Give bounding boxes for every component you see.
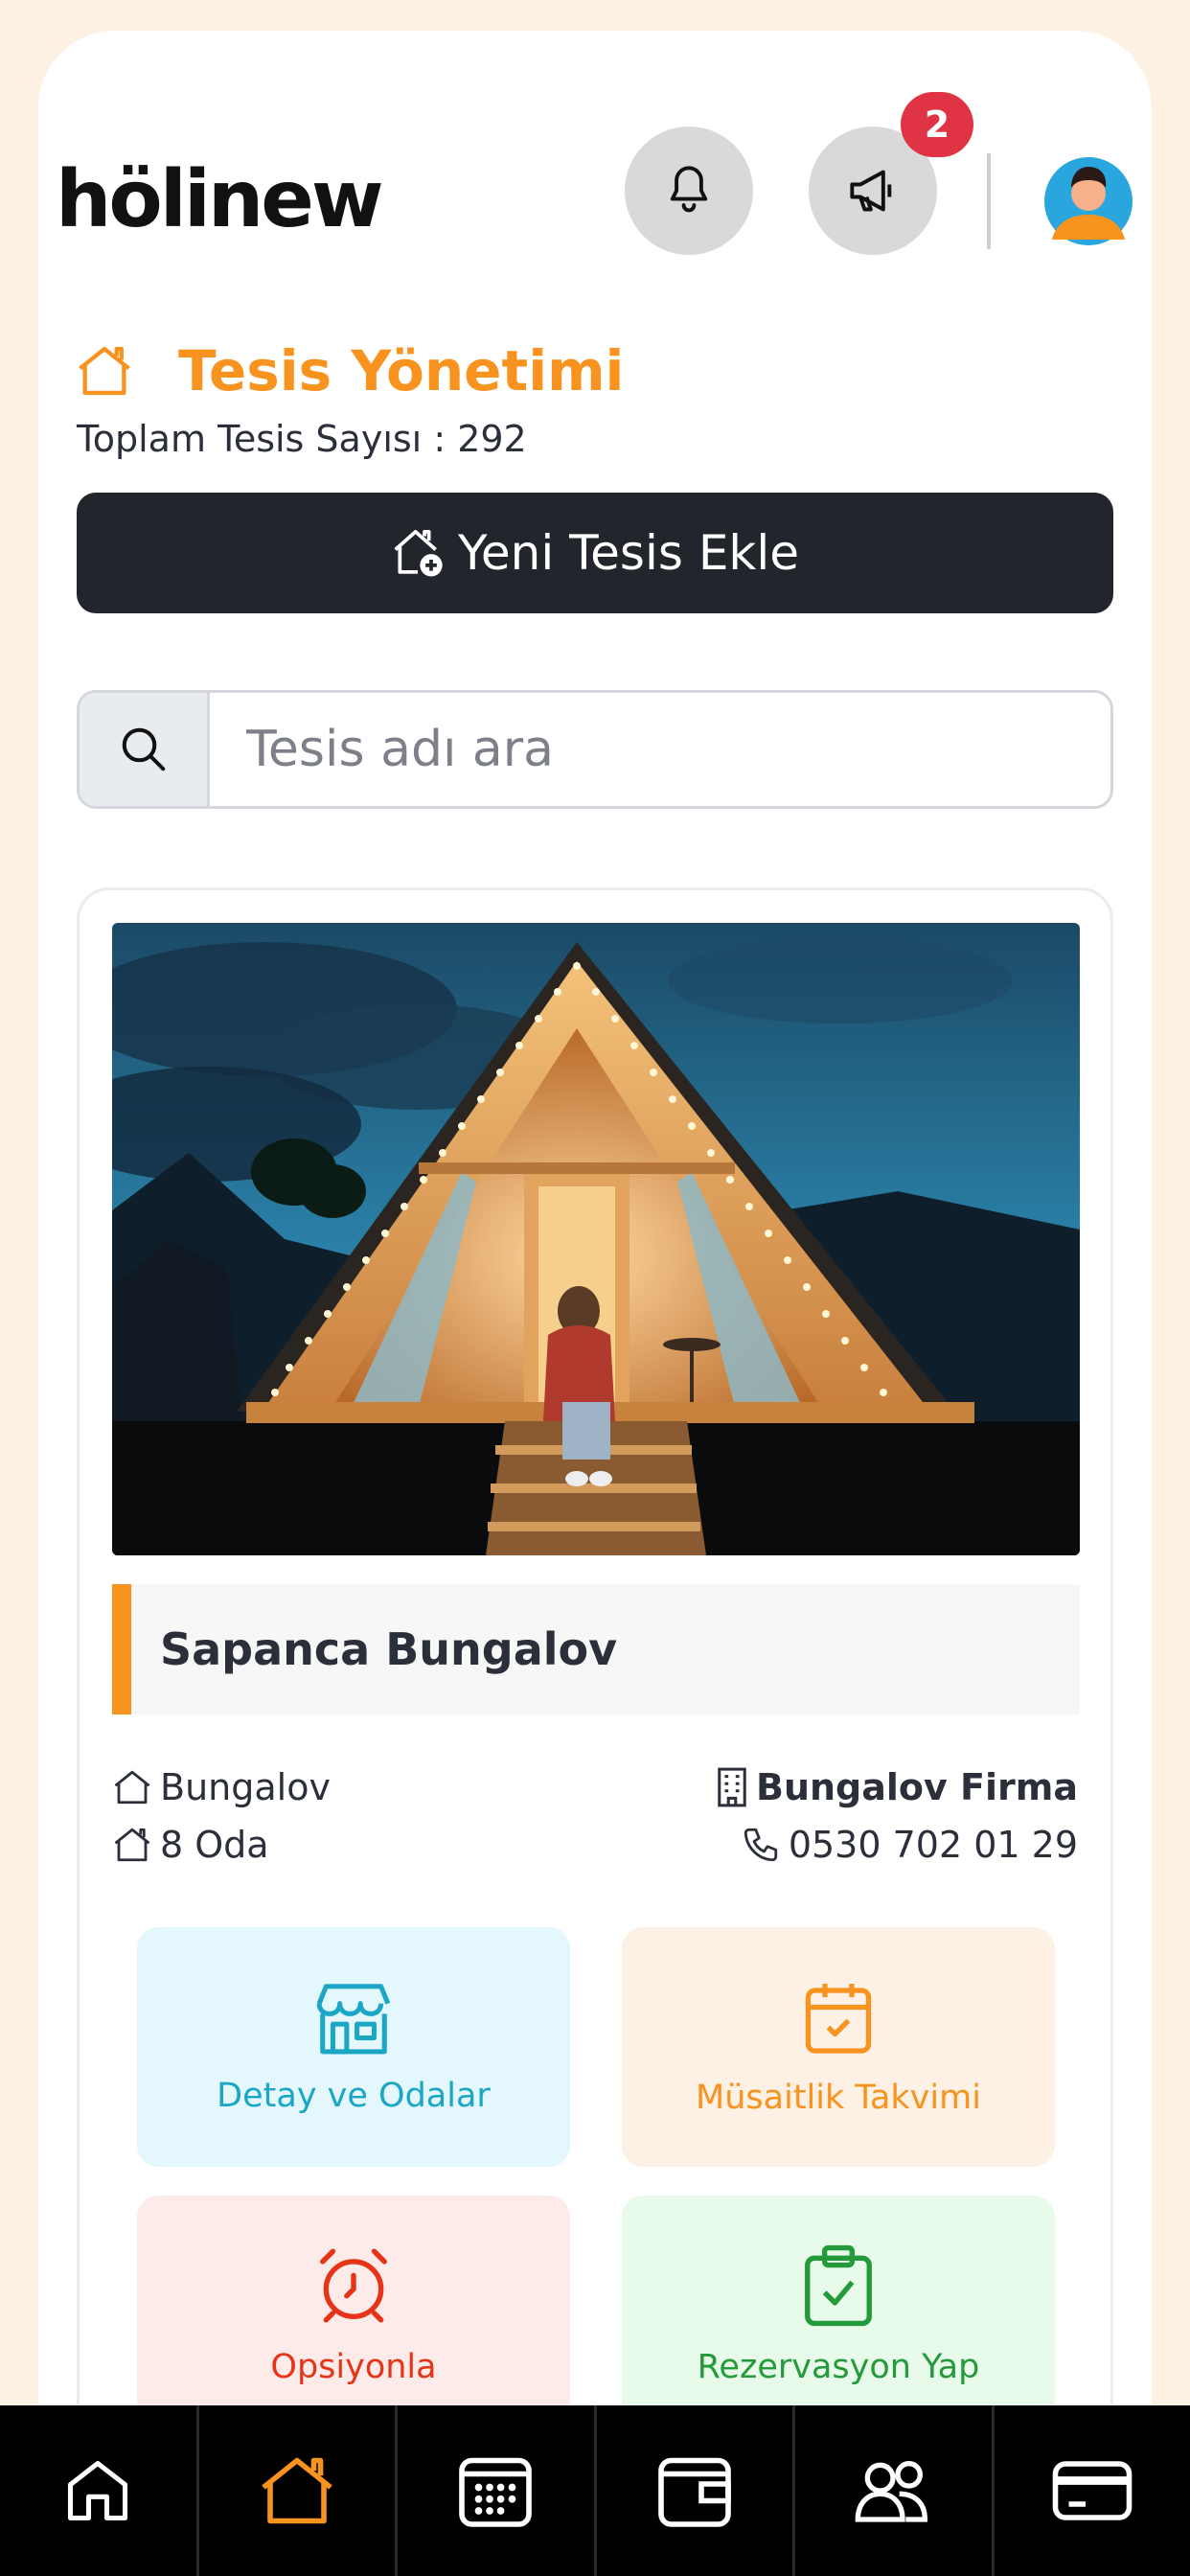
megaphone-icon <box>850 170 892 212</box>
facility-name: Sapanca Bungalov <box>112 1584 1080 1714</box>
search-icon <box>122 727 165 771</box>
bell-icon <box>670 166 708 213</box>
facility-home-icon <box>262 2457 332 2524</box>
make-reservation-label: Rezervasyon Yap <box>697 2348 980 2386</box>
nav-wallet[interactable] <box>597 2405 795 2576</box>
phone-icon <box>744 1828 777 1862</box>
wallet-icon <box>657 2457 731 2527</box>
nav-users[interactable] <box>795 2405 995 2576</box>
availability-calendar-button[interactable]: Müsaitlik Takvimi <box>622 1927 1055 2167</box>
calendar-check-icon <box>805 1984 872 2054</box>
house-plus-icon <box>394 529 443 577</box>
facility-photo[interactable] <box>112 923 1080 1555</box>
house-icon <box>79 346 130 396</box>
make-reservation-button[interactable]: Rezervasyon Yap <box>622 2196 1055 2435</box>
facility-count: Toplam Tesis Sayısı : 292 <box>77 418 527 460</box>
alarm-clock-icon <box>320 2248 387 2323</box>
nav-home[interactable] <box>0 2405 199 2576</box>
user-avatar[interactable] <box>1044 150 1133 245</box>
header-divider <box>987 153 991 249</box>
clipboard-check-icon <box>805 2244 872 2327</box>
notification-badge: 2 <box>901 92 973 157</box>
option-button[interactable]: Opsiyonla <box>137 2196 570 2435</box>
nav-facilities[interactable] <box>199 2405 398 2576</box>
home-icon <box>68 2460 128 2521</box>
house-outline-icon <box>114 1770 150 1805</box>
bottom-navigation <box>0 2405 1190 2576</box>
grid-calendar-icon <box>459 2457 533 2527</box>
building-icon <box>718 1767 746 1807</box>
store-icon <box>316 1984 391 2055</box>
notifications-button[interactable] <box>625 126 753 255</box>
facility-phone[interactable]: 0530 702 01 29 <box>741 1824 1078 1866</box>
facility-company: Bungalov Firma <box>716 1766 1078 1808</box>
rooms-icon <box>114 1828 150 1862</box>
facility-rooms: 8 Oda <box>112 1824 269 1866</box>
a-frame-cabin-image <box>112 923 1080 1555</box>
search-bar <box>77 690 1113 809</box>
facility-card: Sapanca Bungalov Bungalov 8 Oda Bungalov… <box>77 887 1113 2574</box>
add-facility-label: Yeni Tesis Ekle <box>457 525 800 581</box>
search-button[interactable] <box>80 693 210 806</box>
search-input[interactable] <box>210 693 1110 806</box>
page-title: Tesis Yönetimi <box>178 338 625 403</box>
facility-type: Bungalov <box>112 1766 331 1808</box>
option-label: Opsiyonla <box>270 2348 437 2386</box>
details-rooms-label: Detay ve Odalar <box>217 2077 491 2115</box>
nav-payments[interactable] <box>995 2405 1190 2576</box>
credit-card-icon <box>1052 2461 1133 2520</box>
users-icon <box>855 2461 928 2522</box>
add-facility-button[interactable]: Yeni Tesis Ekle <box>77 493 1113 613</box>
nav-calendar[interactable] <box>398 2405 597 2576</box>
page-title-row: Tesis Yönetimi <box>75 337 624 404</box>
details-rooms-button[interactable]: Detay ve Odalar <box>137 1927 570 2167</box>
app-logo: hölinew <box>56 154 384 245</box>
availability-calendar-label: Müsaitlik Takvimi <box>696 2079 981 2117</box>
